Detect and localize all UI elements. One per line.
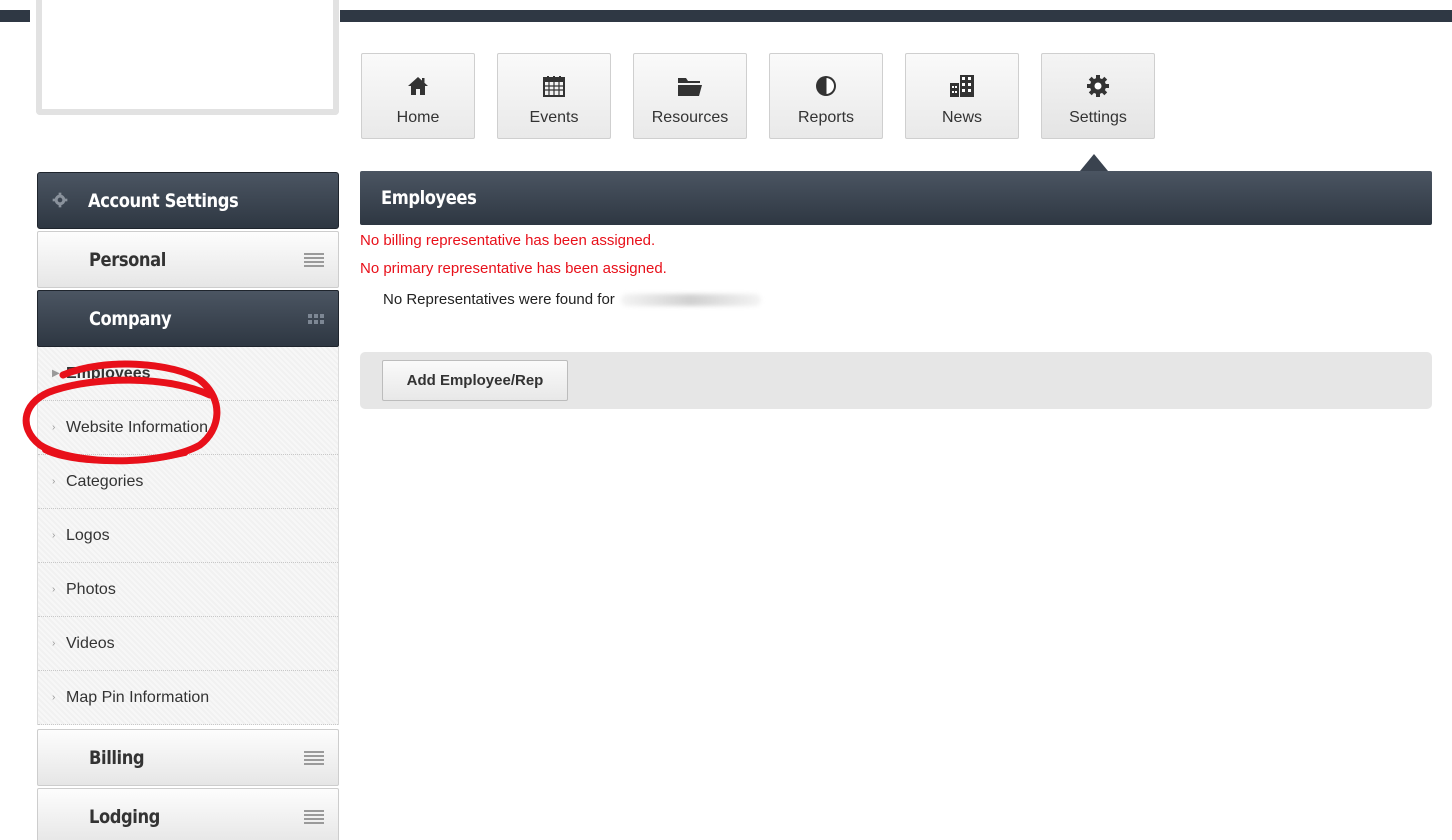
page-title: Employees [381,187,477,209]
no-representatives-message: No Representatives were found for [383,291,1432,308]
calendar-icon [541,73,567,99]
nav-events-button[interactable]: Events [497,53,611,139]
sidebar-item-label: Website Information [66,418,208,436]
sidebar-item-label: Videos [66,634,115,652]
nav-settings-button[interactable]: Settings [1041,53,1155,139]
action-bar: Add Employee/Rep [360,352,1432,409]
menu-lines-icon [304,809,324,824]
nav-news-button[interactable]: News [905,53,1019,139]
sidebar-item-photos[interactable]: › Photos [38,563,338,617]
nav-resources-label: Resources [651,109,729,126]
sidebar-item-label: Map Pin Information [66,688,210,706]
sidebar-item-website-information[interactable]: › Website Information [38,401,338,455]
sidebar-item-label: Employees [66,364,151,382]
chevron-right-icon: › [52,692,56,703]
company-submenu: ▶ Employees › Website Information › Cate… [37,347,339,725]
primary-warning: No primary representative has been assig… [360,260,667,277]
sidebar-section-lodging[interactable]: Lodging [37,788,339,840]
caret-right-icon: ▶ [52,368,60,379]
sidebar-item-label: Photos [66,580,116,598]
billing-warning: No billing representative has been assig… [360,232,656,249]
sidebar-gear-icon [52,192,70,210]
nav-home-button[interactable]: Home [361,53,475,139]
nav-reports-label: Reports [797,109,855,126]
pie-chart-icon [813,73,839,99]
no-representatives-text: No Representatives were found for [383,291,615,308]
sidebar-title: Account Settings [88,189,239,212]
nav-settings-label: Settings [1069,109,1127,126]
sidebar-section-personal[interactable]: Personal [37,231,339,288]
sidebar-section-billing[interactable]: Billing [37,729,339,786]
menu-lines-icon [304,750,324,765]
nav-home-label: Home [396,109,440,126]
sidebar-header: Account Settings [37,172,339,229]
gear-icon [1085,73,1111,99]
chevron-right-icon: › [52,422,56,433]
sidebar-section-company[interactable]: Company [37,290,339,347]
grid-icon [308,313,324,324]
add-employee-button[interactable]: Add Employee/Rep [382,360,568,401]
panel-header: Employees [360,171,1432,225]
sidebar-item-logos[interactable]: › Logos [38,509,338,563]
nav-events-label: Events [529,109,579,126]
menu-lines-icon [304,252,324,267]
nav-reports-button[interactable]: Reports [769,53,883,139]
chevron-right-icon: › [52,530,56,541]
sidebar-section-label: Company [89,307,172,330]
main-nav: Home Events Resources Reports News Setti… [361,53,1155,139]
sidebar-item-label: Categories [66,472,144,490]
nav-news-label: News [941,109,982,126]
sidebar-section-label: Lodging [89,805,160,828]
sidebar-section-label: Personal [89,248,166,271]
sidebar-item-videos[interactable]: › Videos [38,617,338,671]
redacted-company-name [620,293,761,306]
account-settings-sidebar: Account Settings Personal Company ▶ Empl… [37,172,339,840]
building-icon [949,73,975,99]
sidebar-section-label: Billing [89,746,145,769]
main-content: Employees No billing representative has … [360,171,1432,409]
home-icon [405,73,431,99]
nav-resources-button[interactable]: Resources [633,53,747,139]
folder-icon [677,73,703,99]
sidebar-item-employees[interactable]: ▶ Employees [38,347,338,401]
sidebar-item-categories[interactable]: › Categories [38,455,338,509]
logo-area [36,0,339,115]
chevron-right-icon: › [52,476,56,487]
active-nav-pointer [1080,154,1108,171]
sidebar-item-map-pin-information[interactable]: › Map Pin Information [38,671,338,725]
sidebar-item-label: Logos [66,526,110,544]
chevron-right-icon: › [52,638,56,649]
chevron-right-icon: › [52,584,56,595]
